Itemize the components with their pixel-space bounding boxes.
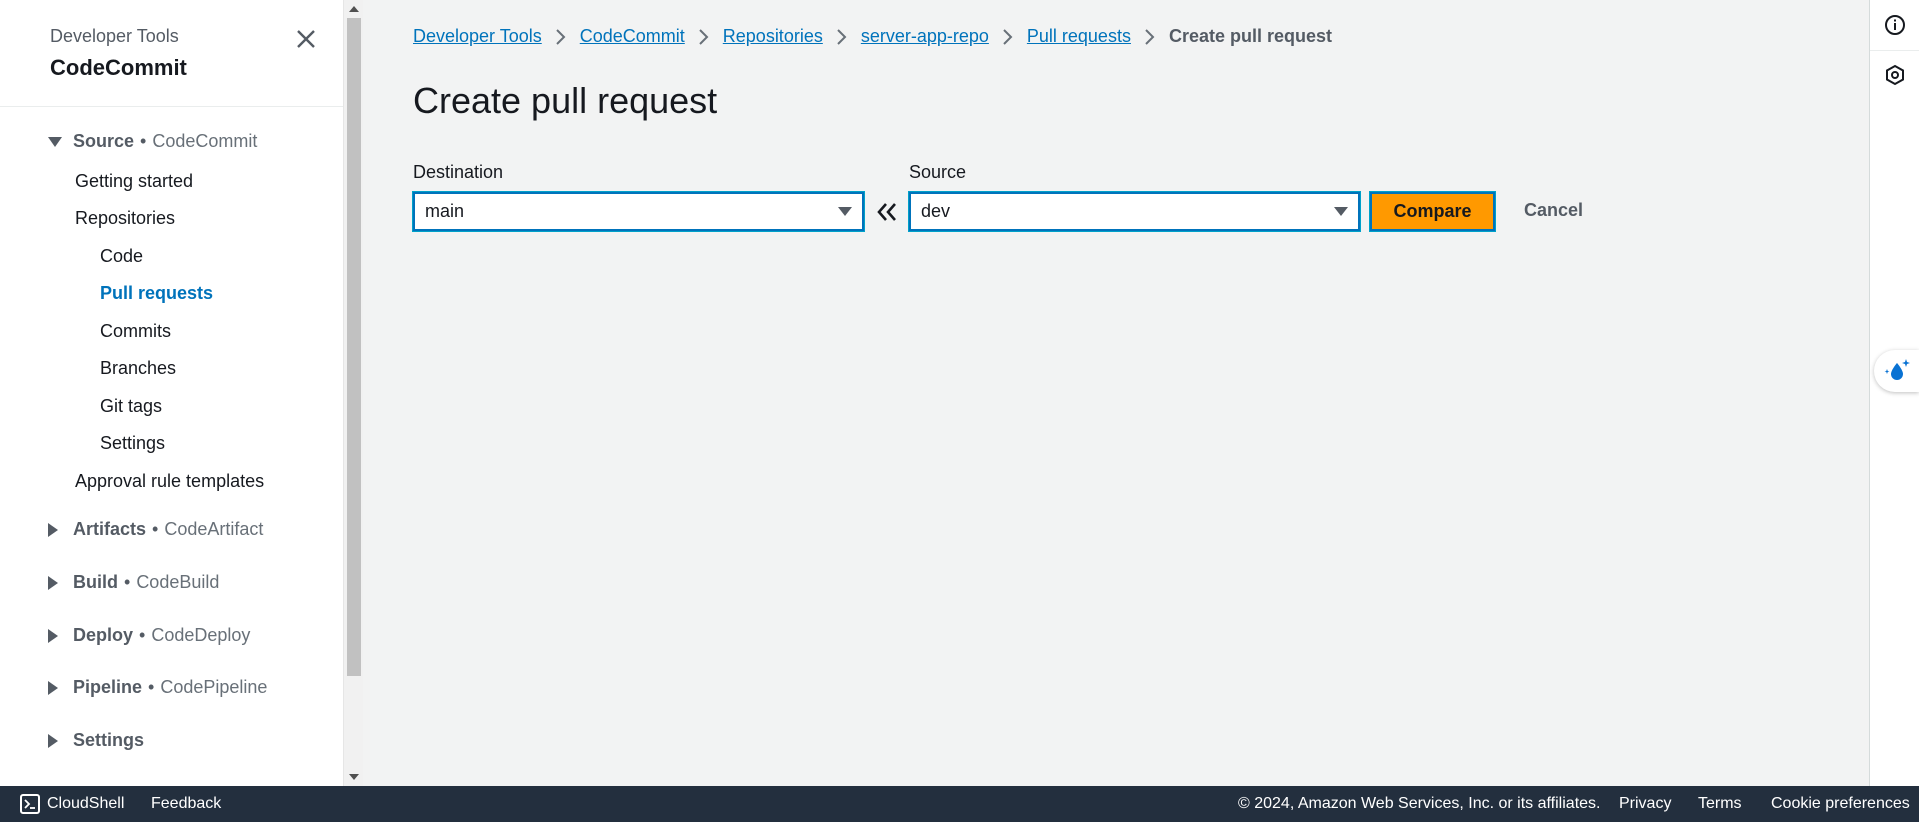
nav-item-branches[interactable]: Branches (100, 358, 176, 379)
privacy-link[interactable]: Privacy (1619, 795, 1671, 813)
nav-section-title: Pipeline (73, 677, 143, 697)
nav-section-title: Deploy (73, 625, 134, 645)
nav-section-source[interactable]: Source • CodeCommit (48, 131, 258, 152)
ai-assistant-icon[interactable] (1874, 350, 1919, 392)
chevron-right-icon (837, 28, 847, 45)
nav-item-git-tags[interactable]: Git tags (100, 396, 162, 417)
nav-section-title: Build (73, 572, 118, 592)
caret-right-icon (48, 733, 66, 748)
scroll-down-arrow-icon[interactable] (349, 774, 359, 780)
breadcrumb-repositories[interactable]: Repositories (723, 26, 823, 47)
sidenav-title[interactable]: CodeCommit (50, 55, 343, 81)
nav-item-approval-rule-templates[interactable]: Approval rule templates (75, 471, 264, 492)
nav-section-separator: • (152, 519, 159, 539)
nav-section-separator: • (124, 572, 131, 592)
nav-section-service: CodeDeploy (151, 625, 251, 645)
page-title: Create pull request (413, 80, 718, 121)
close-icon[interactable] (293, 26, 319, 52)
breadcrumb: Developer Tools CodeCommit Repositories … (413, 26, 1332, 47)
nav-section-settings[interactable]: Settings (48, 730, 145, 751)
footer: CloudShell Feedback © 2024, Amazon Web S… (0, 786, 1919, 822)
nav-section-artifacts[interactable]: Artifacts • CodeArtifact (48, 519, 264, 540)
nav-item-getting-started[interactable]: Getting started (75, 171, 193, 192)
caret-right-icon (48, 575, 66, 590)
caret-right-icon (48, 628, 66, 643)
nav-section-service: CodePipeline (160, 677, 268, 697)
info-icon[interactable] (1882, 12, 1908, 38)
breadcrumb-pull-requests[interactable]: Pull requests (1027, 26, 1131, 47)
nav-section-title: Settings (73, 730, 145, 750)
chevron-right-icon (1145, 28, 1155, 45)
feedback-link[interactable]: Feedback (151, 795, 221, 813)
nav-item-pull-requests[interactable]: Pull requests (100, 283, 213, 304)
cloudshell-button[interactable]: CloudShell (20, 794, 124, 814)
rail-divider (1870, 50, 1919, 51)
main-content: Developer Tools CodeCommit Repositories … (364, 0, 1869, 786)
dropdown-arrow-icon (838, 207, 852, 216)
nav-item-code[interactable]: Code (100, 246, 143, 267)
destination-select-value: main (425, 201, 465, 221)
breadcrumb-codecommit[interactable]: CodeCommit (580, 26, 685, 47)
sidenav-scrollbar[interactable] (343, 0, 363, 786)
nav-section-separator: • (140, 131, 147, 151)
double-chevron-left-icon (874, 200, 900, 224)
terms-link[interactable]: Terms (1698, 795, 1742, 813)
source-select-value: dev (921, 201, 951, 221)
chevron-right-icon (556, 28, 566, 45)
chevron-right-icon (1003, 28, 1013, 45)
nav-item-repositories[interactable]: Repositories (75, 208, 175, 229)
cookie-preferences-link[interactable]: Cookie preferences (1771, 795, 1910, 813)
nav-section-separator: • (139, 625, 146, 645)
hexagon-settings-icon[interactable] (1882, 62, 1908, 88)
nav-section-service: CodeArtifact (164, 519, 264, 539)
side-navigation: Developer Tools CodeCommit Source • Code… (0, 0, 343, 786)
destination-label: Destination (413, 162, 504, 182)
nav-section-pipeline[interactable]: Pipeline • CodePipeline (48, 677, 268, 698)
nav-section-service: CodeBuild (136, 572, 220, 592)
source-label: Source (909, 162, 967, 182)
scroll-up-arrow-icon[interactable] (349, 6, 359, 12)
compare-button[interactable]: Compare (1370, 192, 1495, 231)
cloudshell-label: CloudShell (47, 795, 125, 812)
right-utility-rail (1869, 0, 1919, 786)
scrollbar-thumb[interactable] (347, 18, 361, 676)
nav-section-service: CodeCommit (152, 131, 258, 151)
nav-section-title: Source (73, 131, 135, 151)
breadcrumb-repository[interactable]: server-app-repo (861, 26, 989, 47)
caret-right-icon (48, 680, 66, 695)
copyright-text: © 2024, Amazon Web Services, Inc. or its… (1238, 795, 1601, 812)
nav-section-separator: • (148, 677, 155, 697)
breadcrumb-developer-tools[interactable]: Developer Tools (413, 26, 542, 47)
destination-select[interactable]: main (413, 192, 864, 231)
nav-item-commits[interactable]: Commits (100, 321, 171, 342)
caret-right-icon (48, 522, 66, 537)
chevron-right-icon (699, 28, 709, 45)
nav-section-deploy[interactable]: Deploy • CodeDeploy (48, 625, 251, 646)
sidenav-header: Developer Tools CodeCommit (0, 0, 343, 107)
dropdown-arrow-icon (1334, 207, 1348, 216)
nav-section-title: Artifacts (73, 519, 147, 539)
caret-down-icon (48, 136, 66, 147)
nav-section-build[interactable]: Build • CodeBuild (48, 572, 220, 593)
terminal-icon (20, 794, 40, 814)
breadcrumb-current: Create pull request (1168, 26, 1332, 46)
source-select[interactable]: dev (909, 192, 1360, 231)
cancel-button[interactable]: Cancel (1524, 200, 1583, 221)
nav-item-settings[interactable]: Settings (100, 433, 165, 454)
